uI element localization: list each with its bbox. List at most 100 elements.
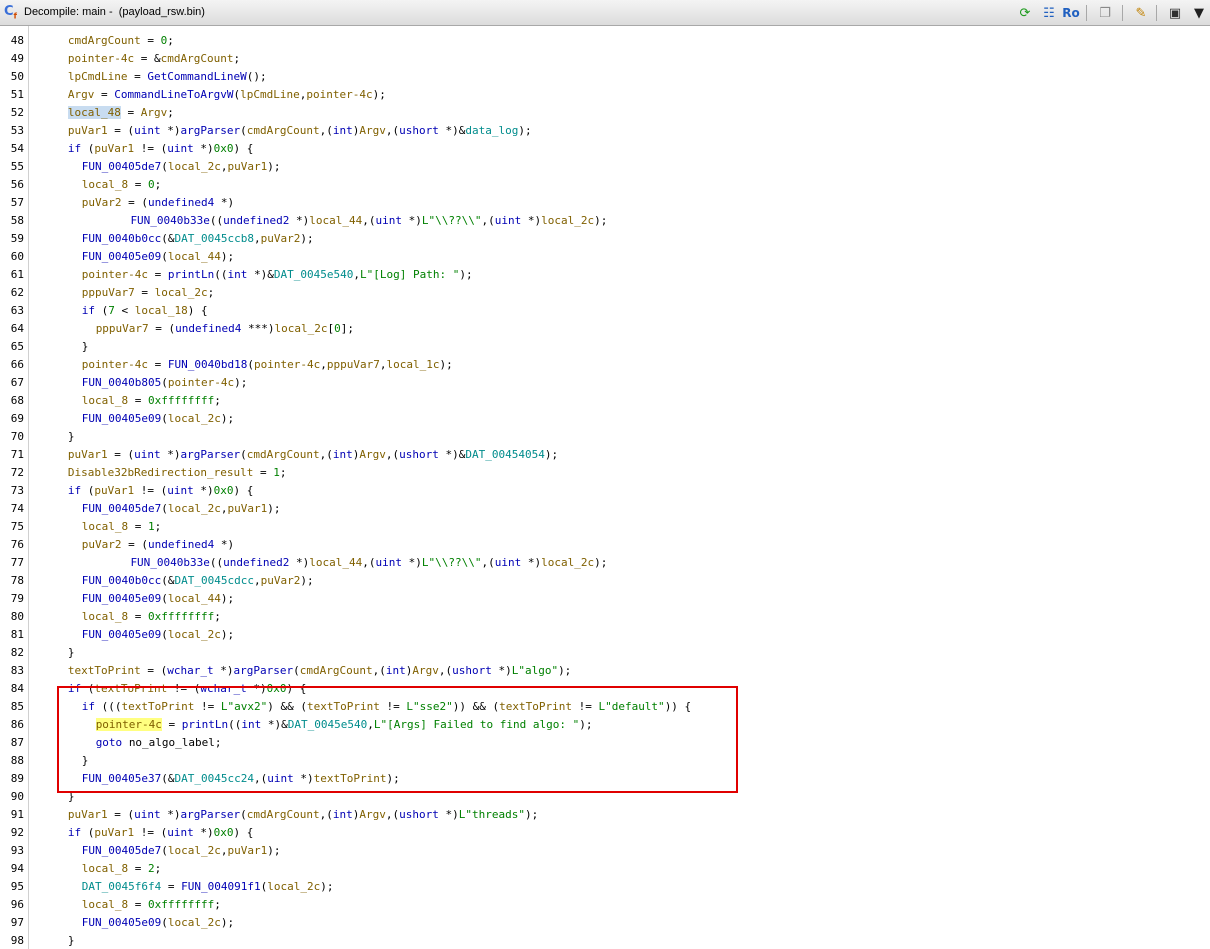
code-token[interactable]: 0x0 [214, 484, 234, 497]
code-token[interactable]: L"sse2" [406, 700, 452, 713]
code-text[interactable]: if (puVar1 != (uint *)0x0) { [68, 482, 254, 500]
code-token[interactable]: cmdArgCount [68, 34, 141, 47]
code-token[interactable]: puVar1 [68, 124, 108, 137]
code-text[interactable]: local_8 = 0xffffffff; [82, 896, 221, 914]
code-token[interactable]: puVar2 [82, 538, 122, 551]
code-token[interactable]: local_8 [82, 520, 128, 533]
code-token[interactable]: FUN_0040bd18 [168, 358, 247, 371]
code-token[interactable]: local_2c [168, 844, 221, 857]
code-token[interactable]: local_8 [82, 394, 128, 407]
code-token[interactable]: printLn [182, 718, 228, 731]
code-text[interactable]: FUN_00405e37(&DAT_0045cc24,(uint *)textT… [82, 770, 400, 788]
code-token[interactable]: no_algo_label [129, 736, 215, 749]
code-token[interactable]: uint [267, 772, 294, 785]
code-token[interactable]: argParser [181, 124, 241, 137]
code-token[interactable]: DAT_0045e540 [288, 718, 367, 731]
code-text[interactable]: pppuVar7 = local_2c; [82, 284, 214, 302]
code-token[interactable]: puVar1 [228, 160, 268, 173]
code-token[interactable]: 1 [273, 466, 280, 479]
code-text[interactable]: if (puVar1 != (uint *)0x0) { [68, 824, 254, 842]
code-token[interactable]: L"threads" [459, 808, 525, 821]
code-text[interactable]: } [68, 644, 75, 662]
code-token[interactable]: L"[Log] Path: " [360, 268, 459, 281]
code-token[interactable]: FUN_00405e09 [82, 592, 161, 605]
code-token[interactable]: Disable32bRedirection_result [68, 466, 253, 479]
code-text[interactable]: local_8 = 1; [82, 518, 161, 536]
code-token[interactable]: FUN_0040b805 [82, 376, 161, 389]
code-token[interactable]: Argv [359, 808, 386, 821]
code-token[interactable]: FUN_0040b33e [130, 556, 209, 569]
snapshot-icon[interactable]: ▣ [1166, 4, 1184, 22]
code-token[interactable]: uint [376, 214, 403, 227]
code-token[interactable]: ushort [399, 448, 439, 461]
code-token[interactable]: undefined2 [223, 214, 289, 227]
code-token[interactable]: pointer-4c [306, 88, 372, 101]
code-token[interactable]: L"default" [598, 700, 664, 713]
code-token[interactable]: if [68, 142, 81, 155]
code-token[interactable]: argParser [181, 448, 241, 461]
code-text[interactable]: pointer-4c = FUN_0040bd18(pointer-4c,ppp… [82, 356, 453, 374]
code-token[interactable]: int [333, 808, 353, 821]
code-token[interactable]: lpCmdLine [68, 70, 128, 83]
code-text[interactable]: if (7 < local_18) { [82, 302, 208, 320]
code-token[interactable]: textToPrint [314, 772, 387, 785]
code-token[interactable]: Argv [68, 88, 95, 101]
code-token[interactable]: 0xffffffff [148, 610, 214, 623]
code-token[interactable]: pppuVar7 [96, 322, 149, 335]
code-token[interactable]: cmdArgCount [247, 124, 320, 137]
code-text[interactable]: FUN_00405e09(local_2c); [82, 410, 234, 428]
code-token[interactable]: pointer-4c [254, 358, 320, 371]
code-token[interactable]: ushort [452, 664, 492, 677]
code-text[interactable]: FUN_00405de7(local_2c,puVar1); [82, 500, 281, 518]
code-token[interactable]: textToPrint [94, 682, 167, 695]
code-token[interactable]: DAT_0045e540 [274, 268, 353, 281]
code-text[interactable]: goto no_algo_label; [96, 734, 222, 752]
menu-dropdown-icon[interactable]: ▼ [1190, 4, 1208, 22]
code-token[interactable]: FUN_00405e09 [82, 250, 161, 263]
refresh-icon[interactable]: ⟳ [1016, 4, 1034, 22]
code-token[interactable]: local_8 [82, 610, 128, 623]
code-token[interactable]: undefined4 [148, 196, 214, 209]
code-token[interactable]: 7 [108, 304, 115, 317]
code-token[interactable]: FUN_0040b0cc [82, 574, 161, 587]
code-token[interactable]: puVar1 [228, 844, 268, 857]
code-token[interactable]: FUN_00405de7 [82, 160, 161, 173]
code-token[interactable]: L"\\??\\" [422, 214, 482, 227]
code-token[interactable]: FUN_00405e09 [82, 916, 161, 929]
code-token[interactable]: local_8 [82, 862, 128, 875]
code-token[interactable]: puVar2 [261, 574, 301, 587]
edit-icon[interactable]: ✎ [1132, 4, 1150, 22]
code-token[interactable]: undefined4 [175, 322, 241, 335]
code-token[interactable]: local_44 [309, 214, 362, 227]
code-token[interactable]: pointer-4c [82, 268, 148, 281]
code-token[interactable]: uint [495, 214, 522, 227]
code-token[interactable]: 2 [148, 862, 155, 875]
code-token[interactable]: cmdArgCount [161, 52, 234, 65]
code-token[interactable]: FUN_00405e37 [82, 772, 161, 785]
code-text[interactable]: FUN_0040b0cc(&DAT_0045cdcc,puVar2); [82, 572, 314, 590]
code-token[interactable]: 0xffffffff [148, 898, 214, 911]
code-token[interactable]: local_44 [309, 556, 362, 569]
code-text[interactable]: DAT_0045f6f4 = FUN_004091f1(local_2c); [82, 878, 334, 896]
code-token[interactable]: if [82, 304, 95, 317]
code-token[interactable]: 0 [148, 178, 155, 191]
code-text[interactable]: puVar1 = (uint *)argParser(cmdArgCount,(… [68, 122, 532, 140]
code-text[interactable]: local_8 = 0; [82, 176, 161, 194]
code-token[interactable]: goto [96, 736, 123, 749]
code-token[interactable]: puVar1 [94, 142, 134, 155]
code-token[interactable]: wchar_t [167, 664, 213, 677]
code-text[interactable]: FUN_0040b33e((undefined2 *)local_44,(uin… [130, 554, 607, 572]
code-token[interactable]: FUN_00405e09 [82, 628, 161, 641]
code-text[interactable]: FUN_00405e09(local_44); [82, 590, 234, 608]
code-token[interactable]: uint [134, 124, 161, 137]
code-token[interactable]: uint [376, 556, 403, 569]
code-token[interactable]: argParser [233, 664, 293, 677]
code-token[interactable]: puVar2 [261, 232, 301, 245]
code-token[interactable]: textToPrint [68, 664, 141, 677]
code-token[interactable]: Argv [412, 664, 439, 677]
code-token[interactable]: textToPrint [499, 700, 572, 713]
code-token[interactable]: FUN_0040b33e [130, 214, 209, 227]
code-text[interactable]: FUN_0040b33e((undefined2 *)local_44,(uin… [130, 212, 607, 230]
code-text[interactable]: } [68, 932, 75, 949]
code-token[interactable]: FUN_00405de7 [82, 502, 161, 515]
